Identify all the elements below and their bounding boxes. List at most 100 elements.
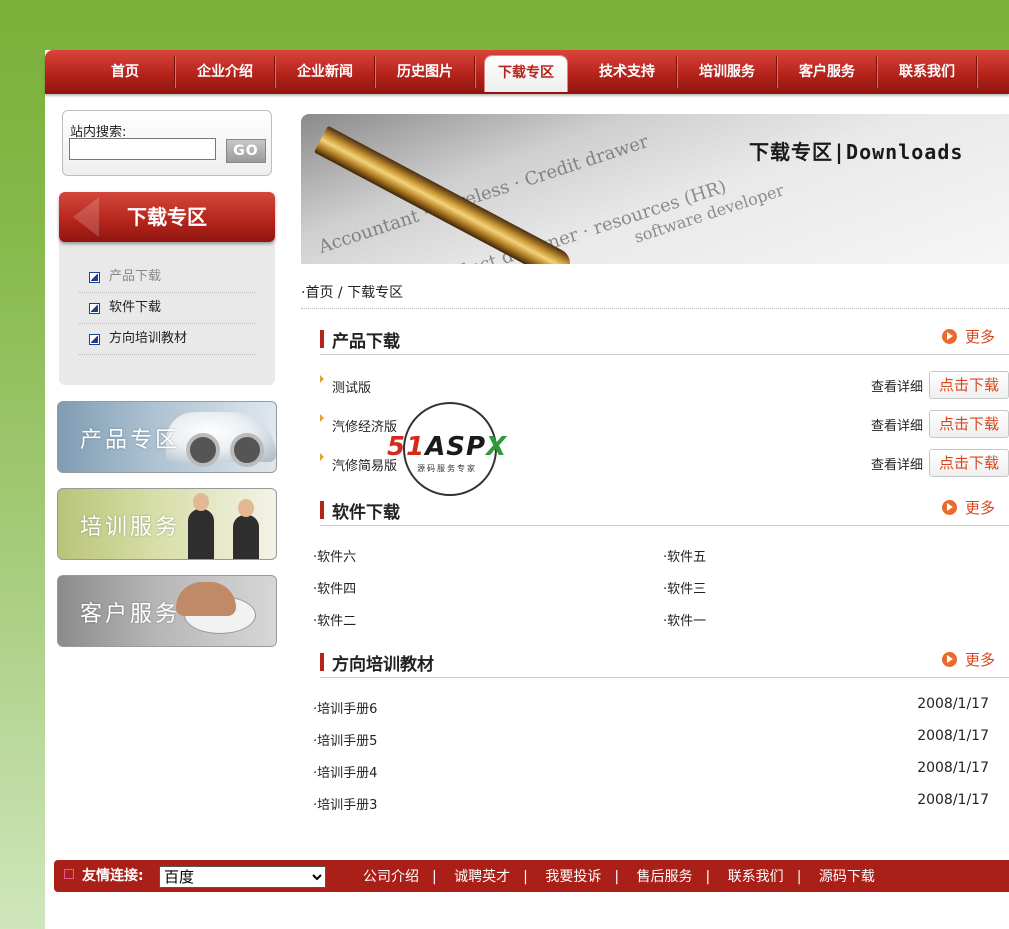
nav-contact[interactable]: 联系我们	[877, 50, 977, 94]
breadcrumb-separator: /	[333, 285, 348, 301]
friend-links-select[interactable]: 百度	[159, 866, 326, 888]
section-software-download-header: 软件下载 更多	[320, 493, 1009, 526]
training-item-name[interactable]: ·培训手册5	[313, 730, 377, 749]
person-shape	[188, 493, 214, 559]
software-item[interactable]: ·软件一	[663, 610, 1003, 629]
list-item: 测试版 查看详细 点击下载	[320, 371, 1009, 401]
download-button[interactable]: 点击下载	[929, 449, 1009, 477]
footer-link-source-download[interactable]: 源码下载	[819, 869, 875, 885]
section-title: 软件下载	[332, 503, 400, 523]
software-item[interactable]: ·软件六	[313, 546, 653, 565]
section-bar	[320, 653, 324, 671]
software-item[interactable]: ·软件三	[663, 578, 1003, 597]
watermark-logo: 51ASPX 源码服务专家	[387, 402, 506, 496]
breadcrumb-home[interactable]: 首页	[305, 285, 333, 301]
category-panel: 下载专区 产品下载 软件下载 方向培训教材	[59, 192, 275, 385]
view-detail-link[interactable]: 查看详细	[871, 415, 923, 434]
banner-title: 下载专区|Downloads	[749, 140, 964, 164]
more-label: 更多	[964, 328, 995, 346]
section-product-download-header: 产品下载 更多	[320, 322, 1009, 355]
section-title: 方向培训教材	[332, 655, 434, 675]
arrow-circle-icon	[941, 500, 957, 515]
main-nav: 首页 企业介绍 企业新闻 历史图片 下载专区 技术支持 培训服务 客户服务 联系…	[45, 50, 1009, 94]
bullet-icon	[320, 414, 324, 422]
promo-label: 客户服务	[80, 602, 181, 627]
nav-training[interactable]: 培训服务	[677, 50, 777, 94]
arrow-box-icon	[89, 272, 100, 283]
more-link[interactable]: 更多	[941, 649, 995, 670]
nav-tech-support[interactable]: 技术支持	[577, 50, 677, 94]
more-link[interactable]: 更多	[941, 497, 995, 518]
list-item: ·培训手册5 2008/1/17	[313, 728, 989, 750]
section-training-materials-header: 方向培训教材 更多	[320, 645, 1009, 678]
promo-customer-service[interactable]: 客户服务	[57, 575, 277, 647]
sidebar-item-product-download[interactable]: 产品下载	[79, 262, 255, 293]
section-bar	[320, 501, 324, 519]
category-list: 产品下载 软件下载 方向培训教材	[79, 262, 255, 355]
person-shape	[233, 499, 259, 559]
view-detail-link[interactable]: 查看详细	[871, 376, 923, 395]
bullet-icon	[320, 375, 324, 383]
software-item[interactable]: ·软件二	[313, 610, 653, 629]
footer-links: 公司介绍 | 诚聘英才 | 我要投诉 | 售后服务 | 联系我们 | 源码下载	[363, 869, 875, 885]
footer-bar: 友情连接: 百度 公司介绍 | 诚聘英才 | 我要投诉 | 售后服务 | 联系我们 | 源…	[54, 860, 1009, 892]
nav-home[interactable]: 首页	[75, 50, 175, 94]
footer-link-company-intro[interactable]: 公司介绍	[363, 869, 419, 885]
training-item-date: 2008/1/17	[917, 728, 989, 744]
download-button[interactable]: 点击下载	[929, 410, 1009, 438]
nav-company-intro[interactable]: 企业介绍	[175, 50, 275, 94]
list-item: ·培训手册4 2008/1/17	[313, 760, 989, 782]
footer-link-after-sales[interactable]: 售后服务	[637, 869, 693, 885]
promo-product-zone[interactable]: 产品专区	[57, 401, 277, 473]
arrow-circle-icon	[941, 652, 957, 667]
footer-link-complaint[interactable]: 我要投诉	[545, 869, 601, 885]
sidebar-item-label: 产品下载	[109, 269, 162, 284]
sidebar-item-training-materials[interactable]: 方向培训教材	[79, 324, 255, 355]
download-button[interactable]: 点击下载	[929, 371, 1009, 399]
training-item-name[interactable]: ·培训手册4	[313, 762, 377, 781]
chevron-left-icon	[73, 197, 99, 237]
arrow-circle-icon	[941, 329, 957, 344]
search-input[interactable]	[69, 138, 216, 160]
watermark-brand: 51ASPX	[387, 432, 508, 462]
software-item[interactable]: ·软件五	[663, 546, 1003, 565]
product-name[interactable]: 测试版	[332, 377, 371, 396]
nav-history-photos[interactable]: 历史图片	[375, 50, 475, 94]
section-title: 产品下载	[332, 332, 400, 352]
square-bullet-icon	[64, 869, 74, 879]
hand-image	[176, 582, 236, 616]
sidebar-item-label: 方向培训教材	[109, 331, 188, 346]
nav-customer-service[interactable]: 客户服务	[777, 50, 877, 94]
search-go-button[interactable]: GO	[226, 139, 266, 163]
nav-company-news[interactable]: 企业新闻	[275, 50, 375, 94]
software-item[interactable]: ·软件四	[313, 578, 653, 597]
training-item-date: 2008/1/17	[917, 760, 989, 776]
sidebar-item-software-download[interactable]: 软件下载	[79, 293, 255, 324]
nav-downloads[interactable]: 下载专区	[484, 55, 568, 92]
training-item-name[interactable]: ·培训手册6	[313, 698, 377, 717]
list-item: ·培训手册3 2008/1/17	[313, 792, 989, 814]
more-link[interactable]: 更多	[941, 326, 995, 347]
breadcrumb: ·首页 / 下载专区	[301, 282, 1009, 309]
view-detail-link[interactable]: 查看详细	[871, 454, 923, 473]
footer-link-contact[interactable]: 联系我们	[728, 869, 784, 885]
more-label: 更多	[964, 499, 995, 517]
training-item-date: 2008/1/17	[917, 792, 989, 808]
arrow-box-icon	[89, 303, 100, 314]
category-heading-text: 下载专区	[127, 205, 207, 229]
footer-link-jobs[interactable]: 诚聘英才	[454, 869, 510, 885]
list-item: ·培训手册6 2008/1/17	[313, 696, 989, 718]
promo-label: 培训服务	[80, 515, 181, 540]
page-container: 首页 企业介绍 企业新闻 历史图片 下载专区 技术支持 培训服务 客户服务 联系…	[45, 50, 1009, 929]
training-item-date: 2008/1/17	[917, 696, 989, 712]
promo-label: 产品专区	[80, 428, 181, 453]
people-image	[178, 489, 268, 559]
promo-training-service[interactable]: 培训服务	[57, 488, 277, 560]
friend-links-label: 友情连接:	[64, 865, 144, 885]
training-item-name[interactable]: ·培训手册3	[313, 794, 377, 813]
bullet-icon	[320, 453, 324, 461]
category-heading: 下载专区	[59, 192, 275, 242]
breadcrumb-current: 下载专区	[347, 285, 404, 301]
sidebar-item-label: 软件下载	[109, 300, 162, 315]
arrow-box-icon	[89, 334, 100, 345]
